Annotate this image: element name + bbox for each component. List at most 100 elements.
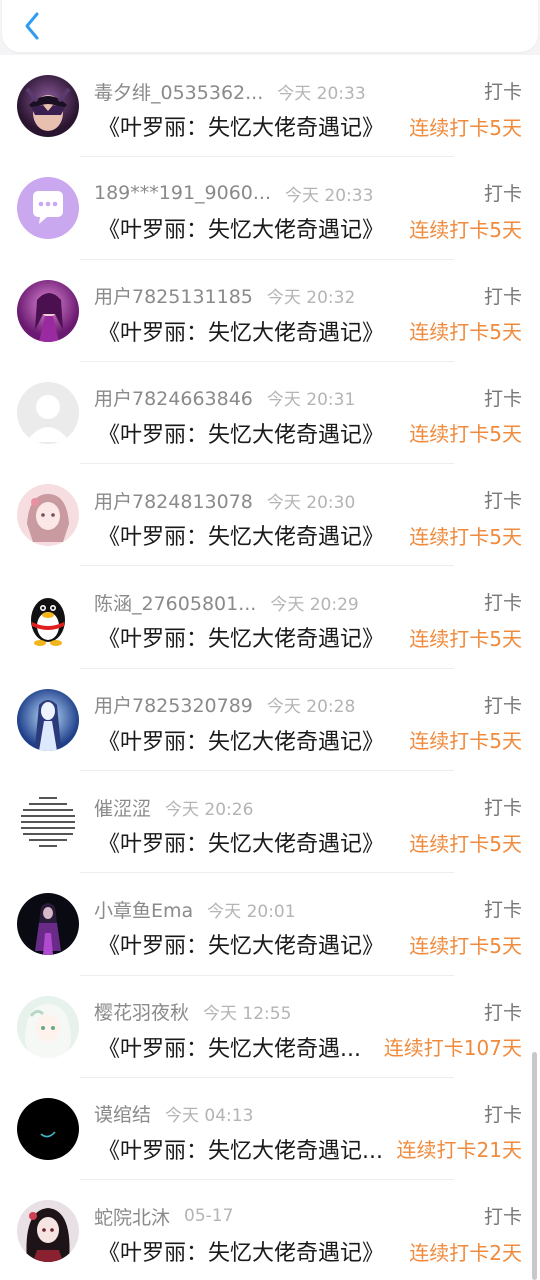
- avatar[interactable]: [17, 688, 79, 751]
- timestamp: 05-17: [184, 1206, 234, 1227]
- checkin-label: 打卡: [483, 490, 522, 513]
- streak-badge: 连续打卡5天: [409, 729, 522, 754]
- entry-meta: 毒夕绯_0535362... 今天 20:33: [94, 77, 526, 105]
- entry-content: 《叶罗丽：失忆大佬奇遇记》 连续打卡5天: [98, 314, 522, 348]
- list-item[interactable]: 蛇院北沐 05-17 打卡 《叶罗丽：失忆大佬奇遇记》 连续打卡2天: [0, 1180, 540, 1280]
- streak-badge: 连续打卡5天: [409, 422, 522, 447]
- timestamp: 今天 20:28: [266, 697, 356, 718]
- streak-badge: 连续打卡5天: [409, 831, 522, 856]
- book-title[interactable]: 《叶罗丽：失忆大佬奇遇记》: [98, 315, 397, 347]
- user-name[interactable]: 毒夕绯_0535362...: [94, 78, 263, 105]
- entry-meta: 189***191_9060... 今天 20:33: [94, 179, 526, 207]
- checkin-label: 打卡: [483, 183, 522, 206]
- user-name[interactable]: 陈涵_27605801...: [94, 589, 256, 616]
- entry-meta: 蛇院北沐 05-17: [94, 1202, 526, 1230]
- avatar[interactable]: [17, 893, 79, 956]
- user-name[interactable]: 用户7824663846: [94, 384, 253, 411]
- back-button[interactable]: [14, 6, 50, 46]
- checkin-label: 打卡: [483, 694, 522, 717]
- book-title[interactable]: 《叶罗丽：失忆大佬奇遇记》: [98, 724, 397, 756]
- streak-badge: 连续打卡5天: [409, 320, 522, 345]
- timestamp: 今天 04:13: [165, 1106, 254, 1127]
- avatar[interactable]: [17, 381, 79, 444]
- list-item[interactable]: 毒夕绯_0535362... 今天 20:33 打卡 《叶罗丽：失忆大佬奇遇记》…: [0, 55, 540, 158]
- timestamp: 今天 20:30: [266, 492, 356, 513]
- entry-content: 《叶罗丽：失忆大佬奇遇记》 连续打卡5天: [98, 518, 522, 552]
- entry-meta: 用户7824663846 今天 20:31: [94, 384, 526, 412]
- streak-badge: 连续打卡5天: [409, 115, 522, 140]
- checkin-label: 打卡: [483, 899, 522, 922]
- list-item[interactable]: 189***191_9060... 今天 20:33 打卡 《叶罗丽：失忆大佬奇…: [0, 157, 540, 260]
- entry-content: 《叶罗丽：失忆大佬奇遇记... 连续打卡21天: [98, 1132, 522, 1166]
- book-title[interactable]: 《叶罗丽：失忆大佬奇遇记》: [98, 621, 397, 653]
- streak-badge: 连续打卡21天: [396, 1138, 522, 1163]
- timestamp: 今天 12:55: [203, 1004, 292, 1025]
- book-title[interactable]: 《叶罗丽：失忆大佬奇遇记》: [98, 417, 397, 449]
- avatar[interactable]: [17, 279, 79, 342]
- checkin-label: 打卡: [483, 81, 522, 103]
- list-item[interactable]: 用户7825131185 今天 20:32 打卡 《叶罗丽：失忆大佬奇遇记》 连…: [0, 260, 540, 362]
- list-item[interactable]: 催涩涩 今天 20:26 打卡 《叶罗丽：失忆大佬奇遇记》 连续打卡5天: [0, 771, 540, 874]
- timestamp: 今天 20:01: [207, 901, 296, 922]
- avatar[interactable]: [17, 75, 79, 137]
- entry-content: 《叶罗丽：失忆大佬奇遇记》 连续打卡5天: [98, 109, 522, 143]
- book-title[interactable]: 《叶罗丽：失忆大佬奇遇记...: [98, 1133, 385, 1165]
- streak-badge: 连续打卡5天: [409, 524, 522, 549]
- user-name[interactable]: 催涩涩: [94, 794, 151, 821]
- timestamp: 今天 20:29: [270, 594, 359, 615]
- entry-content: 《叶罗丽：失忆大佬奇遇记》 连续打卡2天: [98, 1234, 522, 1268]
- entry-content: 《叶罗丽：失忆大佬奇遇记》 连续打卡5天: [98, 825, 522, 859]
- list-item[interactable]: 小章鱼Ema 今天 20:01 打卡 《叶罗丽：失忆大佬奇遇记》 连续打卡5天: [0, 873, 540, 976]
- user-name[interactable]: 樱花羽夜秋: [94, 998, 189, 1025]
- list-item[interactable]: 用户7824663846 今天 20:31 打卡 《叶罗丽：失忆大佬奇遇记》 连…: [0, 362, 540, 465]
- streak-badge: 连续打卡5天: [409, 933, 522, 958]
- list-item[interactable]: 用户7824813078 今天 20:30 打卡 《叶罗丽：失忆大佬奇遇记》 连…: [0, 464, 540, 567]
- book-title[interactable]: 《叶罗丽：失忆大佬奇遇记》: [98, 110, 397, 142]
- user-name[interactable]: 蛇院北沐: [94, 1203, 170, 1230]
- book-title[interactable]: 《叶罗丽：失忆大佬奇遇记》: [98, 212, 397, 244]
- streak-badge: 连续打卡2天: [409, 1240, 522, 1265]
- timestamp: 今天 20:26: [165, 799, 254, 820]
- user-name[interactable]: 小章鱼Ema: [94, 896, 193, 923]
- book-title[interactable]: 《叶罗丽：失忆大佬奇遇记》: [98, 519, 397, 551]
- entry-content: 《叶罗丽：失忆大佬奇遇记》 连续打卡5天: [98, 620, 522, 654]
- entry-meta: 陈涵_27605801... 今天 20:29: [94, 588, 526, 616]
- avatar[interactable]: [17, 586, 79, 649]
- avatar[interactable]: [17, 995, 79, 1058]
- chevron-left-icon: [25, 12, 39, 40]
- entry-meta: 催涩涩 今天 20:26: [94, 793, 526, 821]
- checkin-list[interactable]: 毒夕绯_0535362... 今天 20:33 打卡 《叶罗丽：失忆大佬奇遇记》…: [0, 55, 540, 1280]
- entry-meta: 樱花羽夜秋 今天 12:55: [94, 998, 526, 1026]
- checkin-label: 打卡: [483, 387, 522, 410]
- entry-content: 《叶罗丽：失忆大佬奇遇... 连续打卡107天: [98, 1030, 522, 1064]
- entry-meta: 用户7824813078 今天 20:30: [94, 486, 526, 514]
- checkin-label: 打卡: [483, 1103, 522, 1126]
- avatar[interactable]: [17, 1097, 79, 1160]
- entry-meta: 用户7825131185 今天 20:32: [94, 282, 526, 310]
- avatar[interactable]: [17, 484, 79, 547]
- avatar[interactable]: [17, 791, 79, 854]
- entry-content: 《叶罗丽：失忆大佬奇遇记》 连续打卡5天: [98, 416, 522, 450]
- streak-badge: 连续打卡5天: [409, 217, 522, 242]
- list-item[interactable]: 樱花羽夜秋 今天 12:55 打卡 《叶罗丽：失忆大佬奇遇... 连续打卡107…: [0, 976, 540, 1078]
- checkin-label: 打卡: [483, 797, 522, 820]
- list-item[interactable]: 用户7825320789 今天 20:28 打卡 《叶罗丽：失忆大佬奇遇记》 连…: [0, 669, 540, 772]
- list-item[interactable]: 谟绾结 今天 04:13 打卡 《叶罗丽：失忆大佬奇遇记... 连续打卡21天: [0, 1078, 540, 1181]
- list-item[interactable]: 陈涵_27605801... 今天 20:29 打卡 《叶罗丽：失忆大佬奇遇记》…: [0, 566, 540, 669]
- book-title[interactable]: 《叶罗丽：失忆大佬奇遇记》: [98, 826, 397, 858]
- user-name[interactable]: 189***191_9060...: [94, 182, 271, 204]
- book-title[interactable]: 《叶罗丽：失忆大佬奇遇记》: [98, 928, 397, 960]
- avatar[interactable]: [17, 1200, 79, 1263]
- book-title[interactable]: 《叶罗丽：失忆大佬奇遇...: [98, 1031, 372, 1063]
- user-name[interactable]: 用户7824813078: [94, 487, 253, 514]
- user-name[interactable]: 用户7825131185: [94, 282, 253, 309]
- scrollbar[interactable]: [532, 1052, 537, 1280]
- user-name[interactable]: 用户7825320789: [94, 691, 253, 718]
- checkin-label: 打卡: [483, 1206, 522, 1229]
- checkin-label: 打卡: [483, 285, 522, 308]
- user-name[interactable]: 谟绾结: [94, 1100, 151, 1127]
- header-card: [2, 0, 538, 52]
- avatar[interactable]: [17, 177, 79, 240]
- entry-content: 《叶罗丽：失忆大佬奇遇记》 连续打卡5天: [98, 211, 522, 245]
- book-title[interactable]: 《叶罗丽：失忆大佬奇遇记》: [98, 1235, 397, 1267]
